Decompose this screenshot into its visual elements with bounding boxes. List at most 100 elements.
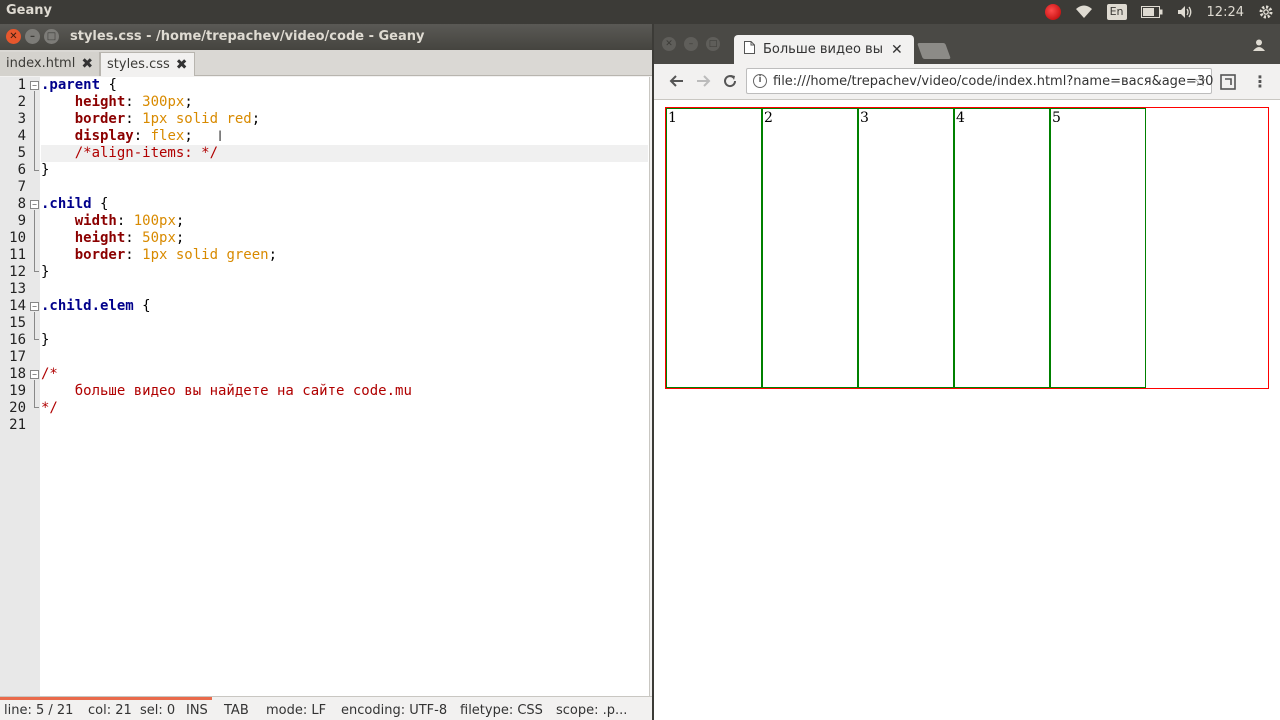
gear-icon[interactable]: [1258, 4, 1274, 20]
css-selector: .child: [41, 196, 92, 212]
css-selector: .child.elem: [41, 298, 134, 314]
code-line[interactable]: }: [41, 264, 49, 281]
minimize-window-button[interactable]: –: [684, 37, 698, 51]
status-bar: line: 5 / 21 col: 21 sel: 0 INS TAB mode…: [0, 696, 652, 720]
url-text: file:///home/trepachev/video/code/index.…: [773, 74, 1214, 89]
battery-icon[interactable]: [1140, 6, 1163, 18]
code-line[interactable]: .child.elem {: [41, 298, 151, 315]
css-value: 100px: [133, 213, 176, 229]
code-editor[interactable]: 1 2 3 4 5 6 7 8 9 10 11 12 13 14 15 16 1…: [0, 77, 650, 696]
code-line[interactable]: display: flex;: [41, 128, 193, 145]
css-property: height: [74, 230, 126, 246]
fold-toggle-icon[interactable]: −: [30, 302, 39, 311]
status-line: line: 5 / 21: [4, 703, 74, 718]
volume-icon[interactable]: [1177, 5, 1193, 19]
fold-toggle-icon[interactable]: −: [30, 200, 39, 209]
css-value: 1px solid red: [142, 111, 252, 127]
forward-arrow-icon[interactable]: [696, 73, 712, 93]
browser-window: ✕ – □ Больше видео вы н ✕ i file:///home…: [654, 24, 1280, 720]
line-number: 3: [17, 111, 26, 127]
line-number: 12: [9, 264, 26, 280]
code-line[interactable]: border: 1px solid red;: [41, 111, 260, 128]
geany-titlebar[interactable]: ✕ – □ styles.css - /home/trepachev/video…: [0, 24, 652, 50]
code-line[interactable]: height: 50px;: [41, 230, 185, 247]
keyboard-layout-indicator[interactable]: En: [1106, 4, 1127, 20]
child-box: 3: [858, 108, 954, 388]
punctuation: ;: [251, 111, 261, 127]
window-title: styles.css - /home/trepachev/video/code …: [70, 29, 425, 44]
profile-icon[interactable]: [1252, 37, 1266, 56]
punctuation: :: [125, 230, 143, 246]
wifi-icon[interactable]: [1075, 5, 1093, 19]
minimize-window-button[interactable]: –: [25, 29, 40, 44]
maximize-window-button[interactable]: □: [44, 29, 59, 44]
code-line[interactable]: .parent {: [41, 77, 117, 94]
punctuation: :: [125, 111, 143, 127]
tab-index-html[interactable]: index.html ✖: [0, 52, 101, 76]
star-icon[interactable]: ☆: [1194, 72, 1207, 90]
css-selector: .parent: [41, 77, 101, 93]
code-line[interactable]: /*: [41, 366, 58, 383]
back-arrow-icon[interactable]: [668, 73, 684, 93]
top-panel: Geany En 12:24: [0, 0, 1280, 24]
code-line[interactable]: }: [41, 162, 49, 179]
new-tab-button[interactable]: [917, 43, 951, 59]
current-code-line[interactable]: /*align-items: */: [41, 145, 648, 162]
line-number: 7: [17, 179, 26, 195]
close-tab-icon[interactable]: ✖: [176, 54, 188, 76]
css-value: 50px: [142, 230, 176, 246]
parent-flex-container: 1 2 3 4 5: [665, 107, 1269, 389]
fold-line: [34, 380, 35, 408]
code-line[interactable]: больше видео вы найдете на сайте code.mu: [41, 383, 412, 400]
close-tab-icon[interactable]: ✕: [891, 42, 903, 58]
line-number: 10: [9, 230, 26, 246]
child-box: 4: [954, 108, 1050, 388]
browser-tab[interactable]: Больше видео вы н ✕: [734, 35, 914, 64]
fold-toggle-icon[interactable]: −: [30, 370, 39, 379]
child-box: 2: [762, 108, 858, 388]
css-property: width: [74, 213, 117, 229]
line-number: 9: [17, 213, 26, 229]
editor-tabbar: index.html ✖ styles.css ✖: [0, 50, 652, 76]
code-line[interactable]: height: 300px;: [41, 94, 193, 111]
page-viewport: 1 2 3 4 5: [654, 101, 1280, 720]
punctuation: }: [41, 332, 50, 348]
maximize-window-button[interactable]: □: [706, 37, 720, 51]
line-number: 5: [17, 145, 26, 161]
system-tray: En 12:24: [1031, 0, 1280, 24]
punctuation: ;: [184, 128, 193, 144]
menu-dots-icon[interactable]: ⋮: [1252, 72, 1268, 91]
fold-toggle-icon[interactable]: −: [30, 81, 39, 90]
fold-end: [34, 170, 39, 171]
info-icon[interactable]: i: [753, 74, 767, 88]
css-property: display: [74, 128, 134, 144]
close-window-button[interactable]: ✕: [662, 37, 676, 51]
code-line[interactable]: border: 1px solid green;: [41, 247, 277, 264]
code-line[interactable]: */: [41, 400, 58, 417]
clock[interactable]: 12:24: [1207, 5, 1244, 20]
fold-end: [34, 339, 39, 340]
tab-styles-css[interactable]: styles.css ✖: [100, 52, 195, 76]
css-value: flex: [150, 128, 185, 144]
status-tab: TAB: [224, 703, 249, 718]
cast-icon[interactable]: [1220, 74, 1236, 94]
browser-tabstrip: ✕ – □ Больше видео вы н ✕: [654, 24, 1280, 64]
close-tab-icon[interactable]: ✖: [81, 53, 93, 75]
child-box: 1: [666, 108, 762, 388]
address-bar[interactable]: i file:///home/trepachev/video/code/inde…: [746, 68, 1214, 94]
punctuation: :: [133, 128, 151, 144]
line-number: 17: [9, 349, 26, 365]
status-mode: mode: LF: [266, 703, 327, 718]
fold-end: [34, 407, 39, 408]
close-window-button[interactable]: ✕: [6, 29, 21, 44]
punctuation: {: [133, 298, 151, 314]
code-line[interactable]: .child {: [41, 196, 108, 213]
reload-icon[interactable]: [722, 73, 738, 93]
code-area[interactable]: .parent { height: 300px; border: 1px sol…: [41, 77, 648, 696]
status-ins: INS: [186, 703, 208, 718]
css-comment: /*align-items: */: [74, 145, 219, 161]
code-line[interactable]: }: [41, 332, 49, 349]
code-line[interactable]: width: 100px;: [41, 213, 185, 230]
punctuation: }: [41, 264, 50, 280]
record-indicator-icon[interactable]: [1044, 4, 1061, 20]
